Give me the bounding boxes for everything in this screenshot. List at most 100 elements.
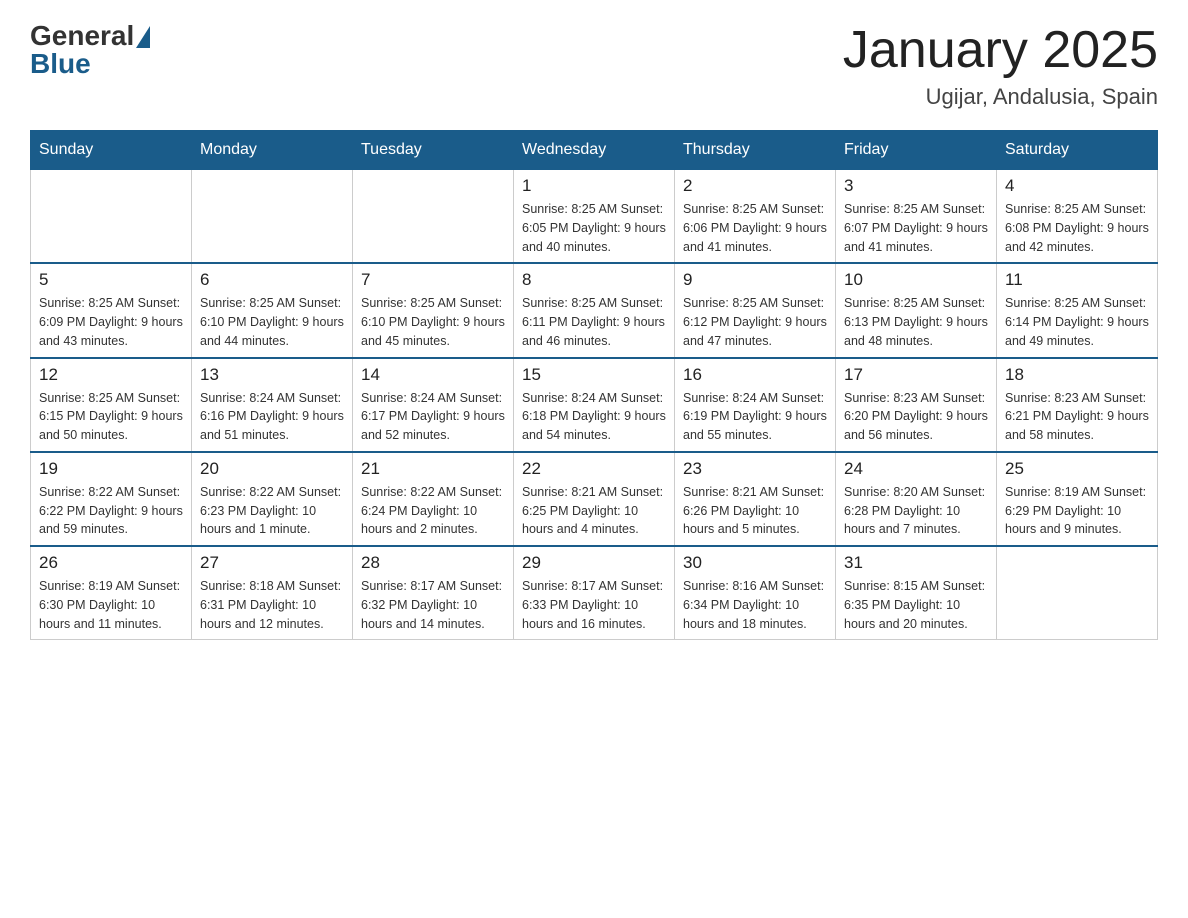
day-info: Sunrise: 8:25 AM Sunset: 6:15 PM Dayligh…: [39, 389, 183, 445]
day-number: 12: [39, 365, 183, 385]
day-info: Sunrise: 8:19 AM Sunset: 6:30 PM Dayligh…: [39, 577, 183, 633]
calendar-title: January 2025: [843, 20, 1158, 80]
calendar-cell: 27Sunrise: 8:18 AM Sunset: 6:31 PM Dayli…: [192, 546, 353, 640]
calendar-cell: 2 Sunrise: 8:25 AM Sunset: 6:06 PM Daylig…: [675, 170, 836, 264]
day-info: Sunrise: 8:25 AM Sunset: 6:06 PM Dayligh…: [683, 200, 827, 256]
day-info: Sunrise: 8:22 AM Sunset: 6:24 PM Dayligh…: [361, 483, 505, 539]
day-info: Sunrise: 8:23 AM Sunset: 6:20 PM Dayligh…: [844, 389, 988, 445]
day-info: Sunrise: 8:25 AM Sunset: 6:13 PM Dayligh…: [844, 294, 988, 350]
day-number: 4: [1005, 176, 1149, 196]
day-info: Sunrise: 8:25 AM Sunset: 6:10 PM Dayligh…: [361, 294, 505, 350]
calendar-cell: 13Sunrise: 8:24 AM Sunset: 6:16 PM Dayli…: [192, 358, 353, 452]
weekday-header-thursday: Thursday: [675, 131, 836, 170]
day-info: Sunrise: 8:25 AM Sunset: 6:14 PM Dayligh…: [1005, 294, 1149, 350]
day-number: 8: [522, 270, 666, 290]
day-info: Sunrise: 8:25 AM Sunset: 6:08 PM Dayligh…: [1005, 200, 1149, 256]
day-info: Sunrise: 8:21 AM Sunset: 6:26 PM Dayligh…: [683, 483, 827, 539]
calendar-cell: [31, 170, 192, 264]
weekday-header-saturday: Saturday: [997, 131, 1158, 170]
day-info: Sunrise: 8:19 AM Sunset: 6:29 PM Dayligh…: [1005, 483, 1149, 539]
calendar-cell: 23 Sunrise: 8:21 AM Sunset: 6:26 PM Dayli…: [675, 452, 836, 546]
day-info: Sunrise: 8:22 AM Sunset: 6:23 PM Dayligh…: [200, 483, 344, 539]
calendar-cell: 24 Sunrise: 8:20 AM Sunset: 6:28 PM Dayli…: [836, 452, 997, 546]
logo: General Blue: [30, 20, 150, 80]
day-number: 15: [522, 365, 666, 385]
day-number: 20: [200, 459, 344, 479]
calendar-week-row: 1 Sunrise: 8:25 AM Sunset: 6:05 PM Daylig…: [31, 170, 1158, 264]
calendar-cell: 16Sunrise: 8:24 AM Sunset: 6:19 PM Dayli…: [675, 358, 836, 452]
day-info: Sunrise: 8:25 AM Sunset: 6:11 PM Dayligh…: [522, 294, 666, 350]
weekday-header-tuesday: Tuesday: [353, 131, 514, 170]
day-info: Sunrise: 8:25 AM Sunset: 6:05 PM Dayligh…: [522, 200, 666, 256]
weekday-header-monday: Monday: [192, 131, 353, 170]
title-section: January 2025 Ugijar, Andalusia, Spain: [843, 20, 1158, 110]
calendar-cell: 31Sunrise: 8:15 AM Sunset: 6:35 PM Dayli…: [836, 546, 997, 640]
calendar-cell: 22 Sunrise: 8:21 AM Sunset: 6:25 PM Dayli…: [514, 452, 675, 546]
logo-triangle-icon: [136, 26, 150, 48]
day-number: 21: [361, 459, 505, 479]
calendar-cell: 15 Sunrise: 8:24 AM Sunset: 6:18 PM Dayli…: [514, 358, 675, 452]
calendar-cell: 1 Sunrise: 8:25 AM Sunset: 6:05 PM Daylig…: [514, 170, 675, 264]
calendar-cell: 19Sunrise: 8:22 AM Sunset: 6:22 PM Dayli…: [31, 452, 192, 546]
day-number: 23: [683, 459, 827, 479]
day-info: Sunrise: 8:21 AM Sunset: 6:25 PM Dayligh…: [522, 483, 666, 539]
day-number: 13: [200, 365, 344, 385]
day-number: 18: [1005, 365, 1149, 385]
day-info: Sunrise: 8:25 AM Sunset: 6:07 PM Dayligh…: [844, 200, 988, 256]
calendar-cell: 17 Sunrise: 8:23 AM Sunset: 6:20 PM Dayli…: [836, 358, 997, 452]
day-number: 14: [361, 365, 505, 385]
day-number: 11: [1005, 270, 1149, 290]
calendar-cell: 3 Sunrise: 8:25 AM Sunset: 6:07 PM Daylig…: [836, 170, 997, 264]
calendar-week-row: 26 Sunrise: 8:19 AM Sunset: 6:30 PM Dayli…: [31, 546, 1158, 640]
day-info: Sunrise: 8:18 AM Sunset: 6:31 PM Dayligh…: [200, 577, 344, 633]
day-info: Sunrise: 8:24 AM Sunset: 6:19 PM Dayligh…: [683, 389, 827, 445]
day-info: Sunrise: 8:25 AM Sunset: 6:09 PM Dayligh…: [39, 294, 183, 350]
day-number: 1: [522, 176, 666, 196]
day-number: 28: [361, 553, 505, 573]
day-info: Sunrise: 8:24 AM Sunset: 6:18 PM Dayligh…: [522, 389, 666, 445]
page-header: General Blue January 2025 Ugijar, Andalu…: [30, 20, 1158, 110]
calendar-cell: 30 Sunrise: 8:16 AM Sunset: 6:34 PM Dayli…: [675, 546, 836, 640]
weekday-header-sunday: Sunday: [31, 131, 192, 170]
day-number: 22: [522, 459, 666, 479]
day-info: Sunrise: 8:22 AM Sunset: 6:22 PM Dayligh…: [39, 483, 183, 539]
weekday-header-friday: Friday: [836, 131, 997, 170]
day-number: 30: [683, 553, 827, 573]
day-info: Sunrise: 8:20 AM Sunset: 6:28 PM Dayligh…: [844, 483, 988, 539]
day-info: Sunrise: 8:24 AM Sunset: 6:17 PM Dayligh…: [361, 389, 505, 445]
day-number: 31: [844, 553, 988, 573]
calendar-cell: 14 Sunrise: 8:24 AM Sunset: 6:17 PM Dayli…: [353, 358, 514, 452]
day-info: Sunrise: 8:16 AM Sunset: 6:34 PM Dayligh…: [683, 577, 827, 633]
day-number: 7: [361, 270, 505, 290]
calendar-cell: 4 Sunrise: 8:25 AM Sunset: 6:08 PM Daylig…: [997, 170, 1158, 264]
day-number: 6: [200, 270, 344, 290]
calendar-cell: 9 Sunrise: 8:25 AM Sunset: 6:12 PM Daylig…: [675, 263, 836, 357]
day-info: Sunrise: 8:25 AM Sunset: 6:12 PM Dayligh…: [683, 294, 827, 350]
day-number: 10: [844, 270, 988, 290]
calendar-week-row: 12 Sunrise: 8:25 AM Sunset: 6:15 PM Dayli…: [31, 358, 1158, 452]
calendar-cell: 26 Sunrise: 8:19 AM Sunset: 6:30 PM Dayli…: [31, 546, 192, 640]
logo-blue-text: Blue: [30, 48, 91, 80]
calendar-cell: 12 Sunrise: 8:25 AM Sunset: 6:15 PM Dayli…: [31, 358, 192, 452]
day-number: 25: [1005, 459, 1149, 479]
day-info: Sunrise: 8:17 AM Sunset: 6:33 PM Dayligh…: [522, 577, 666, 633]
calendar-cell: 20 Sunrise: 8:22 AM Sunset: 6:23 PM Dayli…: [192, 452, 353, 546]
calendar-cell: 10 Sunrise: 8:25 AM Sunset: 6:13 PM Dayli…: [836, 263, 997, 357]
calendar-week-row: 5Sunrise: 8:25 AM Sunset: 6:09 PM Daylig…: [31, 263, 1158, 357]
day-number: 2: [683, 176, 827, 196]
day-number: 17: [844, 365, 988, 385]
calendar-cell: 18Sunrise: 8:23 AM Sunset: 6:21 PM Dayli…: [997, 358, 1158, 452]
day-number: 3: [844, 176, 988, 196]
calendar-cell: [353, 170, 514, 264]
calendar-cell: 8 Sunrise: 8:25 AM Sunset: 6:11 PM Daylig…: [514, 263, 675, 357]
calendar-cell: 7 Sunrise: 8:25 AM Sunset: 6:10 PM Daylig…: [353, 263, 514, 357]
weekday-header-wednesday: Wednesday: [514, 131, 675, 170]
day-info: Sunrise: 8:17 AM Sunset: 6:32 PM Dayligh…: [361, 577, 505, 633]
calendar-cell: [192, 170, 353, 264]
calendar-cell: 25 Sunrise: 8:19 AM Sunset: 6:29 PM Dayli…: [997, 452, 1158, 546]
day-number: 26: [39, 553, 183, 573]
day-number: 24: [844, 459, 988, 479]
day-number: 9: [683, 270, 827, 290]
calendar-cell: 29Sunrise: 8:17 AM Sunset: 6:33 PM Dayli…: [514, 546, 675, 640]
calendar-cell: [997, 546, 1158, 640]
